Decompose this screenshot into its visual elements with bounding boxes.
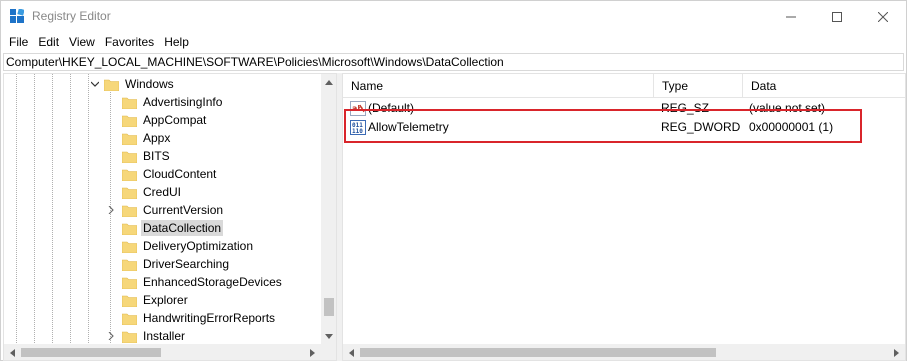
tree-node[interactable]: Appx — [104, 129, 172, 147]
scroll-left-icon[interactable] — [4, 344, 21, 360]
close-icon — [878, 11, 888, 22]
folder-icon — [122, 151, 137, 163]
tree-node-label: Appx — [143, 131, 171, 145]
registry-editor-window: Registry Editor File Edit View Favorites… — [0, 0, 907, 361]
tree-node-label: BITS — [143, 149, 170, 163]
folder-icon — [122, 223, 137, 235]
folder-icon — [122, 133, 137, 145]
title-bar[interactable]: Registry Editor — [1, 1, 906, 32]
tree-node-label: CurrentVersion — [143, 203, 224, 217]
list-horizontal-scrollbar[interactable] — [343, 344, 905, 360]
tree-node[interactable]: Explorer — [104, 291, 190, 309]
scroll-right-icon[interactable] — [304, 344, 321, 360]
tree-node-label: CredUI — [143, 185, 182, 199]
tree-node-windows[interactable]: Windows — [90, 75, 176, 93]
scroll-up-icon[interactable] — [321, 74, 336, 90]
annotation-highlight-box — [344, 109, 862, 143]
folder-icon — [122, 277, 137, 289]
tree-node[interactable]: HandwritingErrorReports — [104, 309, 277, 327]
folder-icon — [122, 187, 137, 199]
tree-node[interactable]: Installer — [104, 327, 187, 345]
tree-node-label: AppCompat — [143, 113, 207, 127]
tree-node-label: CloudContent — [143, 167, 217, 181]
folder-icon — [122, 295, 137, 307]
tree-node[interactable]: CloudContent — [104, 165, 218, 183]
maximize-icon — [832, 11, 842, 22]
scroll-right-icon[interactable] — [888, 344, 905, 360]
scroll-corner — [321, 344, 336, 360]
tree-node[interactable]: DataCollection — [104, 219, 224, 237]
tree-node[interactable]: DriverSearching — [104, 255, 231, 273]
values-list-pane[interactable]: Name Type Data ab (Default) REG_SZ (valu… — [342, 73, 906, 361]
close-button[interactable] — [860, 1, 906, 32]
tree-node-label: Installer — [143, 329, 186, 343]
tree-vertical-scroll-thumb[interactable] — [324, 298, 334, 316]
tree-node[interactable]: EnhancedStorageDevices — [104, 273, 284, 291]
menu-help[interactable]: Help — [159, 32, 194, 52]
minimize-icon — [786, 16, 796, 17]
minimize-button[interactable] — [768, 1, 814, 32]
address-bar[interactable]: Computer\HKEY_LOCAL_MACHINE\SOFTWARE\Pol… — [3, 53, 904, 71]
chevron-right-icon[interactable] — [106, 331, 116, 341]
tree-node-label: Windows — [125, 77, 174, 91]
tree-node-label: AdvertisingInfo — [143, 95, 223, 109]
column-header-data[interactable]: Data — [743, 74, 905, 98]
column-header-name[interactable]: Name — [343, 74, 654, 98]
folder-icon — [122, 331, 137, 343]
window-title: Registry Editor — [32, 9, 111, 23]
menu-bar: File Edit View Favorites Help — [1, 32, 906, 52]
tree-vertical-scrollbar[interactable] — [321, 74, 336, 344]
list-header: Name Type Data — [343, 74, 905, 98]
tree-node[interactable]: BITS — [104, 147, 172, 165]
folder-icon — [122, 241, 137, 253]
chevron-right-icon[interactable] — [106, 205, 116, 215]
tree-node-label: HandwritingErrorReports — [143, 311, 276, 325]
key-tree-pane[interactable]: Windows AdvertisingInfo AppCompat Appx BITS… — [3, 73, 337, 361]
folder-icon — [122, 205, 137, 217]
list-horizontal-scroll-thumb[interactable] — [360, 348, 716, 357]
tree-node-label: DeliveryOptimization — [143, 239, 254, 253]
column-header-type[interactable]: Type — [654, 74, 743, 98]
menu-view[interactable]: View — [64, 32, 100, 52]
folder-icon — [104, 79, 119, 91]
tree-horizontal-scroll-thumb[interactable] — [21, 348, 161, 357]
scroll-left-icon[interactable] — [343, 344, 360, 360]
maximize-button[interactable] — [814, 1, 860, 32]
menu-edit[interactable]: Edit — [33, 32, 64, 52]
folder-icon — [122, 115, 137, 127]
folder-icon — [122, 97, 137, 109]
tree-node[interactable]: AdvertisingInfo — [104, 93, 224, 111]
tree-horizontal-scrollbar[interactable] — [4, 344, 321, 360]
tree-node[interactable]: CurrentVersion — [104, 201, 225, 219]
folder-icon — [122, 313, 137, 325]
tree-node[interactable]: DeliveryOptimization — [104, 237, 255, 255]
tree-node[interactable]: CredUI — [104, 183, 183, 201]
tree-node-label: DriverSearching — [143, 257, 230, 271]
tree-node-label: EnhancedStorageDevices — [143, 275, 282, 289]
tree-node[interactable]: AppCompat — [104, 111, 208, 129]
menu-file[interactable]: File — [4, 32, 33, 52]
folder-icon — [122, 259, 137, 271]
folder-icon — [122, 169, 137, 181]
chevron-down-icon[interactable] — [90, 79, 100, 89]
scroll-down-icon[interactable] — [321, 328, 336, 344]
registry-editor-app-icon — [10, 9, 24, 23]
tree-node-label: DataCollection — [141, 220, 224, 236]
tree-node-label: Explorer — [143, 293, 188, 307]
menu-favorites[interactable]: Favorites — [100, 32, 159, 52]
